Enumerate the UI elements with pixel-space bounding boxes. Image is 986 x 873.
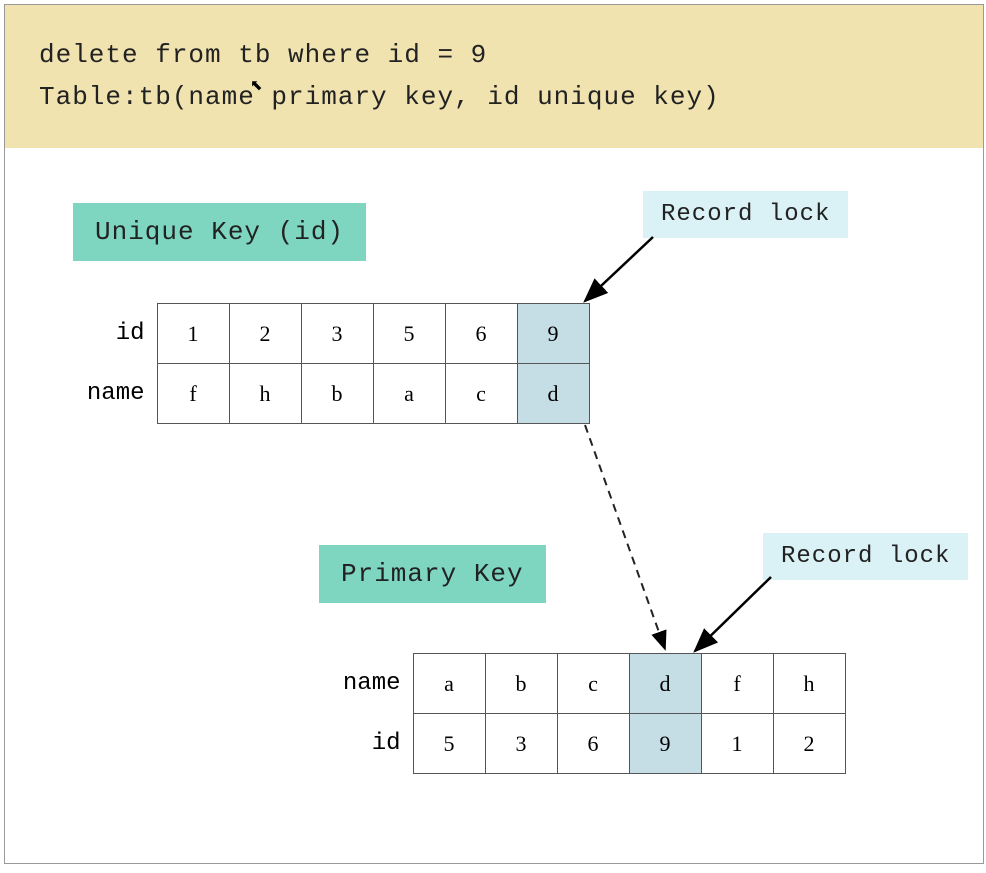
primary-name-cell: c: [557, 654, 629, 714]
unique-name-cell: c: [445, 364, 517, 424]
unique-name-cell: a: [373, 364, 445, 424]
primary-name-cell: h: [773, 654, 845, 714]
primary-id-cell: 1: [701, 714, 773, 774]
sql-header: delete from tb where id = 9 Table:tb(nam…: [5, 5, 983, 148]
unique-name-cell: f: [157, 364, 229, 424]
row-header-id: id: [323, 714, 413, 774]
primary-name-cell: a: [413, 654, 485, 714]
unique-name-cell: h: [229, 364, 301, 424]
row-header-id: id: [67, 304, 157, 364]
primary-key-label: Primary Key: [319, 545, 546, 603]
arrow-link: [585, 425, 665, 649]
unique-name-cell: b: [301, 364, 373, 424]
sql-line-2: Table:tb(name primary key, id unique key…: [39, 77, 955, 119]
sql-line-1: delete from tb where id = 9: [39, 35, 955, 77]
diagram-frame: delete from tb where id = 9 Table:tb(nam…: [4, 4, 984, 864]
unique-name-cell: d: [517, 364, 589, 424]
primary-name-cell: b: [485, 654, 557, 714]
unique-id-cell: 6: [445, 304, 517, 364]
unique-id-cell: 3: [301, 304, 373, 364]
row-header-name: name: [67, 364, 157, 424]
row-header-name: name: [323, 654, 413, 714]
arrow-lock-2: [695, 577, 771, 651]
record-lock-label-2: Record lock: [763, 533, 968, 580]
unique-key-table: id123569 namefhbacd: [67, 303, 590, 424]
primary-name-cell: f: [701, 654, 773, 714]
primary-key-table: nameabcdfh id536912: [323, 653, 846, 774]
primary-id-cell: 2: [773, 714, 845, 774]
unique-key-label: Unique Key (id): [73, 203, 366, 261]
unique-id-cell: 1: [157, 304, 229, 364]
unique-id-cell: 9: [517, 304, 589, 364]
primary-name-cell: d: [629, 654, 701, 714]
primary-id-cell: 3: [485, 714, 557, 774]
record-lock-label-1: Record lock: [643, 191, 848, 238]
primary-id-cell: 9: [629, 714, 701, 774]
primary-id-cell: 5: [413, 714, 485, 774]
unique-id-cell: 5: [373, 304, 445, 364]
unique-id-cell: 2: [229, 304, 301, 364]
arrow-lock-1: [585, 237, 653, 301]
primary-id-cell: 6: [557, 714, 629, 774]
